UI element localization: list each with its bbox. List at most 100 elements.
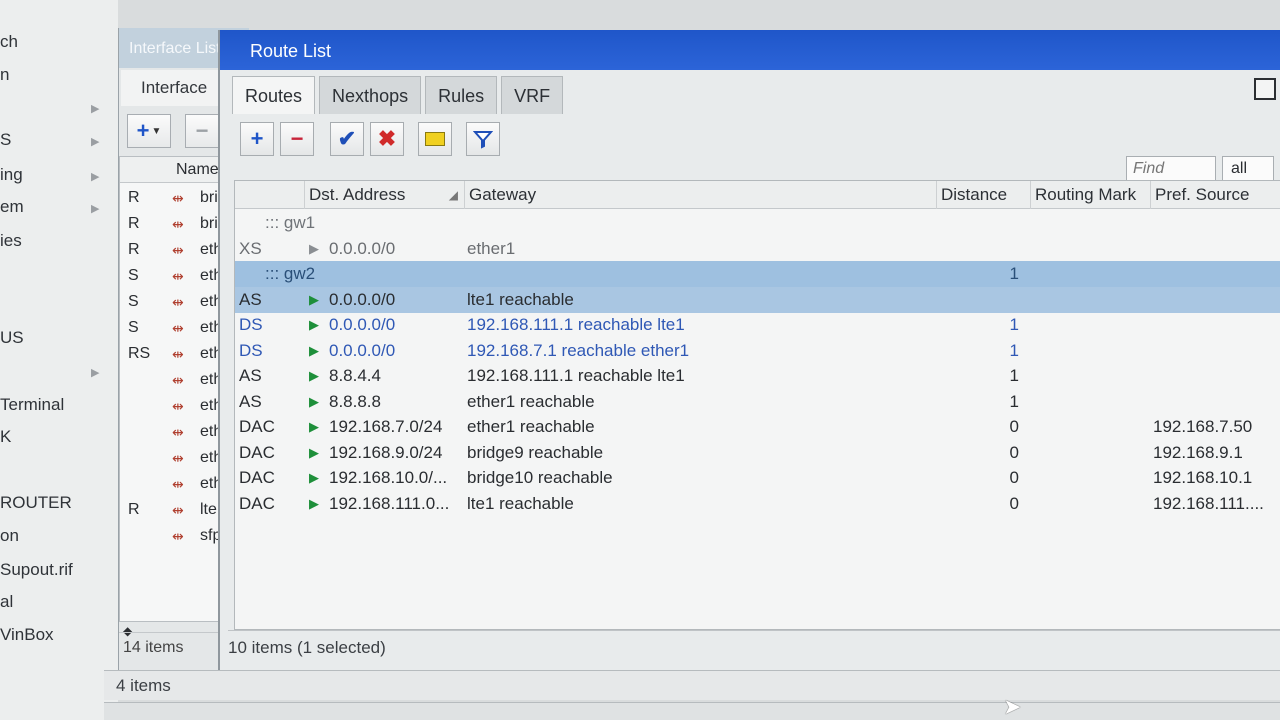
table-row[interactable]: RS ⇹ eth	[120, 341, 220, 367]
menu-item[interactable]: ch	[0, 29, 18, 55]
remove-button[interactable]: −	[280, 122, 314, 156]
route-list-window: Route List Routes Nexthops Rules VRF + −…	[218, 30, 1280, 670]
route-flags: XS	[239, 238, 262, 258]
menu-item[interactable]: on	[0, 523, 19, 549]
route-row[interactable]: AS ▶ 0.0.0.0/0 lte1 reachable	[235, 286, 1280, 313]
route-dst-address: 8.8.4.4	[329, 366, 381, 385]
filter-button[interactable]	[466, 122, 500, 156]
route-list-titlebar[interactable]: Route List	[220, 30, 1280, 70]
route-row[interactable]: DS ▶ 0.0.0.0/0 192.168.7.1 reachable ether1…	[235, 338, 1280, 364]
remove-button[interactable]: −	[185, 114, 219, 148]
menu-item[interactable]: al	[0, 589, 13, 615]
menu-item[interactable]: ROUTER	[0, 490, 72, 516]
enable-button[interactable]: ✔	[330, 122, 364, 156]
menu-item[interactable]: US	[0, 325, 24, 351]
route-active-icon: ▶	[309, 444, 319, 460]
route-row[interactable]: DAC ▶ 192.168.9.0/24 bridge9 reachable 0 192.…	[235, 440, 1280, 466]
route-row[interactable]: DS ▶ 0.0.0.0/0 192.168.111.1 reachable lte1…	[235, 312, 1280, 338]
table-header: Name	[120, 157, 220, 183]
dropdown-arrow-icon: ▼	[151, 125, 162, 137]
table-row[interactable]: R⇹brid	[120, 185, 220, 211]
tab-rules[interactable]: Rules	[425, 76, 498, 114]
route-pref-source: 192.168.7.50	[1153, 417, 1253, 436]
table-row[interactable]: R⇹brid	[120, 211, 220, 237]
menu-item[interactable]: K	[0, 424, 11, 450]
submenu-arrow-icon: ▶	[91, 136, 100, 148]
window-title: Route List	[250, 41, 332, 61]
table-row[interactable]: S ⇹ eth	[120, 263, 220, 289]
table-row[interactable]: ⇹ eth	[120, 471, 220, 497]
disable-button[interactable]: ✖	[370, 122, 404, 156]
table-row[interactable]: ⇹ eth	[120, 445, 220, 471]
route-dst-address: 0.0.0.0/0	[329, 289, 396, 309]
interface-icon: ⇹	[172, 450, 184, 466]
route-row[interactable]: DAC ▶ 192.168.10.0/... bridge10 reachable 0 1…	[235, 465, 1280, 491]
route-pref-source	[1153, 363, 1279, 389]
route-dst-address: 0.0.0.0/0	[329, 238, 396, 258]
route-distance: 0	[1009, 442, 1019, 462]
table-row[interactable]: S ⇹ eth	[120, 315, 220, 341]
route-row[interactable]: XS ▶ 0.0.0.0/0 ether1	[235, 236, 1280, 262]
route-pref-source	[1153, 389, 1279, 415]
column-header-name[interactable]: Name	[176, 161, 219, 179]
comment-button[interactable]	[418, 122, 452, 156]
column-header-routing-mark[interactable]: Routing Mark	[1031, 181, 1151, 209]
row-flags: R	[128, 215, 140, 232]
tab-routes[interactable]: Routes	[232, 76, 316, 114]
route-row[interactable]: AS ▶ 8.8.8.8 ether1 reachable 1	[235, 389, 1280, 415]
route-active-icon: ▶	[309, 291, 319, 307]
route-distance: 1	[1009, 391, 1019, 411]
route-distance: 1	[1009, 340, 1019, 360]
bottom-status-bar: 4 items	[104, 670, 1280, 700]
menu-item-supout[interactable]: Supout.rif	[0, 557, 73, 583]
route-gateway: lte1 reachable	[467, 289, 574, 309]
column-header-distance[interactable]: Distance	[937, 181, 1031, 209]
tab-bar: Routes Nexthops Rules VRF	[232, 76, 567, 116]
route-comment-row[interactable]: ::: gw2 1	[235, 261, 1280, 287]
add-button[interactable]: +	[240, 122, 274, 156]
table-row[interactable]: ⇹ eth	[120, 393, 220, 419]
menu-item[interactable]: em	[0, 194, 24, 220]
column-header-flags[interactable]	[235, 181, 305, 209]
minus-icon: −	[195, 118, 209, 143]
route-distance: 1	[1009, 366, 1019, 385]
tab-nexthops[interactable]: Nexthops	[319, 76, 422, 114]
find-input[interactable]	[1126, 156, 1216, 182]
route-pref-source	[1153, 338, 1279, 364]
column-header-dst-address[interactable]: Dst. Address ◢	[305, 181, 465, 209]
sort-indicator-icon: ◢	[448, 188, 458, 202]
menu-item[interactable]: ies	[0, 228, 22, 254]
route-distance: 0	[1009, 468, 1019, 487]
route-comment: ::: gw2	[265, 264, 316, 283]
route-dst-address: 192.168.9.0/24	[329, 442, 443, 462]
route-active-icon: ▶	[309, 240, 319, 256]
interface-icon: ⇹	[172, 502, 184, 518]
route-gateway: bridge10 reachable	[467, 468, 613, 487]
route-gateway: ether1	[467, 238, 516, 258]
table-row[interactable]: ⇹ eth	[120, 367, 220, 393]
tab-vrf[interactable]: VRF	[501, 76, 564, 114]
table-row[interactable]: R ⇹ eth	[120, 237, 220, 263]
column-header-gateway[interactable]: Gateway	[465, 181, 937, 209]
table-row[interactable]: R⇹lte1	[120, 497, 220, 523]
menu-item[interactable]: S	[0, 127, 11, 153]
interface-icon: ⇹	[172, 320, 184, 336]
column-header-pref-source[interactable]: Pref. Source	[1151, 181, 1280, 209]
route-row[interactable]: AS ▶ 8.8.4.4 192.168.111.1 reachable lte1 1	[235, 363, 1280, 389]
route-pref-source	[1153, 236, 1279, 262]
maximize-button[interactable]	[1254, 78, 1276, 100]
table-row[interactable]: ⇹ eth	[120, 419, 220, 445]
menu-item-winbox[interactable]: VinBox	[0, 622, 54, 648]
add-button[interactable]: + ▼	[127, 114, 171, 148]
interface-icon: ⇹	[172, 476, 184, 492]
table-row[interactable]: S ⇹ eth	[120, 289, 220, 315]
tab-interface[interactable]: Interface	[121, 70, 221, 106]
menu-item[interactable]: ing	[0, 162, 23, 188]
route-row[interactable]: DAC ▶ 192.168.7.0/24 ether1 reachable 0 192.1…	[235, 414, 1280, 440]
table-row[interactable]: ⇹ sfp	[120, 523, 220, 549]
menu-item[interactable]: n	[0, 62, 9, 88]
filter-select[interactable]: all	[1222, 156, 1274, 182]
route-row[interactable]: DAC ▶ 192.168.111.0... lte1 reachable 0 192.1…	[235, 491, 1280, 517]
menu-item-terminal[interactable]: Terminal	[0, 392, 64, 418]
route-comment-row[interactable]: ::: gw1	[235, 210, 1280, 236]
